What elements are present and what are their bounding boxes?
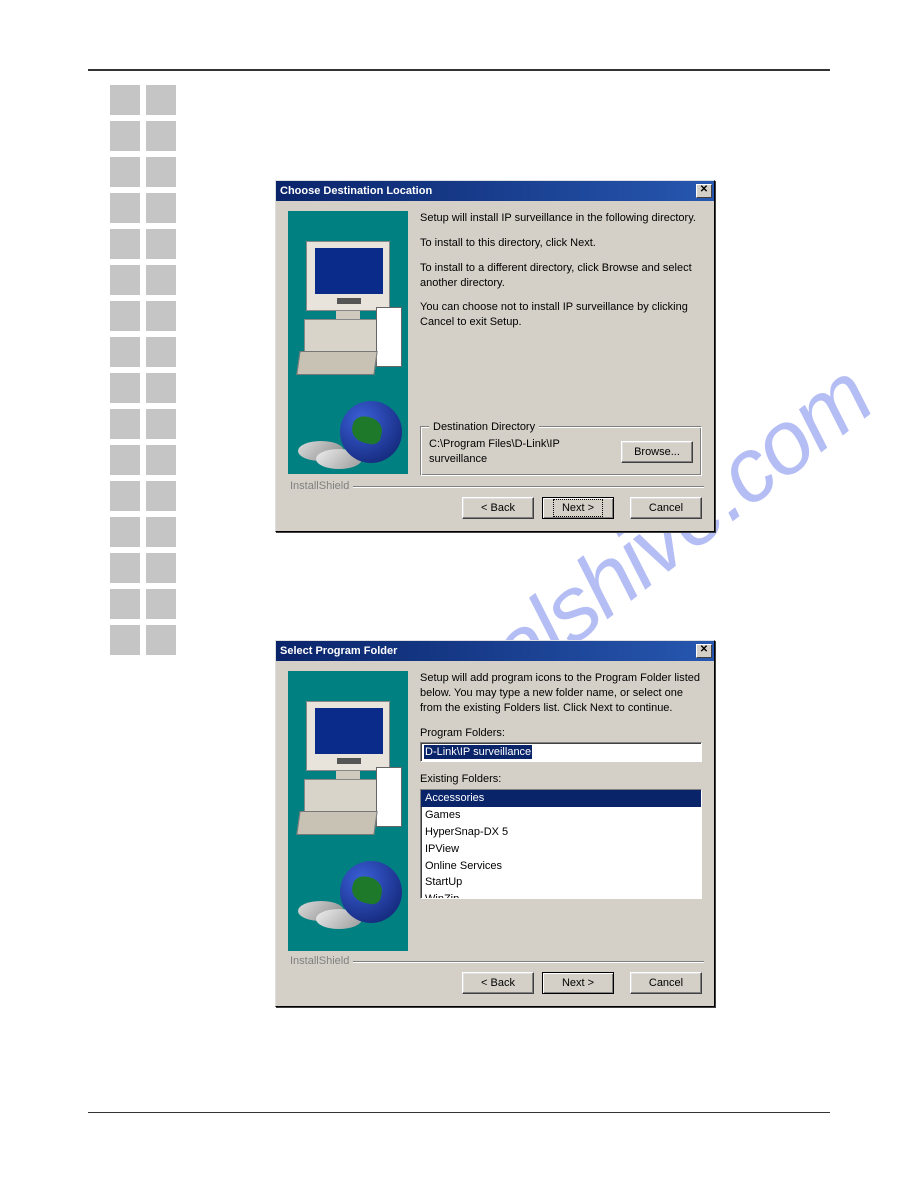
- wizard-art: [288, 671, 408, 951]
- titlebar[interactable]: Select Program Folder ✕: [276, 641, 714, 661]
- instruction-line-1: Setup will install IP surveillance in th…: [420, 211, 702, 226]
- decorative-squares: [110, 85, 176, 661]
- list-item[interactable]: IPView: [421, 841, 701, 858]
- destination-groupbox: Destination Directory C:\Program Files\D…: [420, 426, 702, 476]
- instruction-line-4: You can choose not to install IP surveil…: [420, 300, 702, 330]
- list-item[interactable]: Accessories: [421, 790, 701, 807]
- next-button[interactable]: Next >: [542, 972, 614, 994]
- close-icon[interactable]: ✕: [696, 644, 712, 658]
- cancel-button[interactable]: Cancel: [630, 972, 702, 994]
- intro-text: Setup will add program icons to the Prog…: [420, 671, 702, 716]
- destination-path: C:\Program Files\D-Link\IP surveillance: [429, 437, 615, 467]
- list-item[interactable]: HyperSnap-DX 5: [421, 824, 701, 841]
- instruction-line-2: To install to this directory, click Next…: [420, 236, 702, 251]
- existing-folders-label: Existing Folders:: [420, 772, 702, 787]
- close-icon[interactable]: ✕: [696, 184, 712, 198]
- titlebar-title: Select Program Folder: [280, 645, 696, 657]
- back-button[interactable]: < Back: [462, 972, 534, 994]
- titlebar[interactable]: Choose Destination Location ✕: [276, 181, 714, 201]
- list-item[interactable]: WinZip: [421, 891, 701, 899]
- list-item[interactable]: Online Services: [421, 858, 701, 875]
- cancel-button[interactable]: Cancel: [630, 497, 702, 519]
- installshield-label: InstallShield: [286, 480, 353, 492]
- select-program-folder-dialog: Select Program Folder ✕ Setup will add p…: [275, 640, 715, 1007]
- browse-button[interactable]: Browse...: [621, 441, 693, 463]
- titlebar-title: Choose Destination Location: [280, 185, 696, 197]
- wizard-art: [288, 211, 408, 474]
- instruction-line-3: To install to a different directory, cli…: [420, 261, 702, 291]
- installshield-label: InstallShield: [286, 955, 353, 967]
- list-item[interactable]: StartUp: [421, 874, 701, 891]
- page-bottom-rule: [88, 1112, 830, 1113]
- next-button[interactable]: Next >: [542, 497, 614, 519]
- choose-destination-dialog: Choose Destination Location ✕ Setup will…: [275, 180, 715, 532]
- back-button[interactable]: < Back: [462, 497, 534, 519]
- list-item[interactable]: Games: [421, 807, 701, 824]
- program-folders-label: Program Folders:: [420, 726, 702, 741]
- program-folders-input[interactable]: D-Link\IP surveillance: [420, 742, 702, 762]
- page-top-rule: [88, 69, 830, 71]
- existing-folders-listbox[interactable]: AccessoriesGamesHyperSnap-DX 5IPViewOnli…: [420, 789, 702, 899]
- groupbox-legend: Destination Directory: [429, 420, 539, 435]
